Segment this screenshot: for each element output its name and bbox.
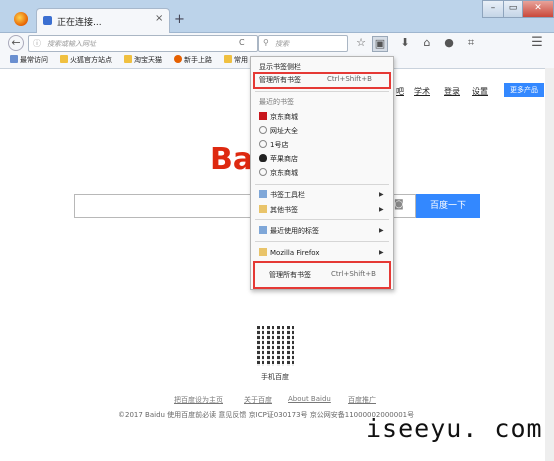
search-icon: ⚲ [263,38,269,47]
jd-icon [259,112,267,120]
toolbar-folder-icon [259,190,267,198]
menu-separator [255,219,389,220]
menu-bookmarks-toolbar[interactable]: 书签工具栏 [259,190,305,200]
submenu-arrow-icon: ▶ [379,249,384,256]
menu-recent-item[interactable]: 苹果商店 [259,154,298,164]
menu-recent-item[interactable]: 1号店 [259,140,288,150]
home-icon[interactable]: ⌂ [420,36,434,50]
submenu-arrow-icon: ▶ [379,227,384,234]
url-bar[interactable]: ⓘ 搜索或输入网址 C [28,35,258,52]
new-tab-button[interactable]: + [174,12,185,27]
bookmark-folder-icon [10,55,18,63]
menu-manage-all-bottom[interactable]: 管理所有书签 [269,270,311,280]
footer-link[interactable]: 把百度设为主页 [174,395,223,405]
firefox-logo-icon [14,12,28,26]
tab-favicon-icon [43,16,52,25]
shortcut-bottom: Ctrl+Shift+B [331,270,376,278]
bookmark-item[interactable]: 淘宝天猫 [124,55,162,65]
apple-icon [259,154,267,162]
more-products-button[interactable]: 更多产品 [504,83,544,97]
reload-icon[interactable]: C [239,38,245,47]
bookmark-star-icon[interactable]: ☆ [354,36,368,50]
back-button[interactable]: ← [8,35,24,51]
menu-recent-tags[interactable]: 最近使用的标签 [259,226,319,236]
baidu-link-login[interactable]: 登录 [444,86,460,97]
bookmark-item[interactable]: 火狐官方站点 [60,55,112,65]
firefox-icon [174,55,182,63]
title-bar: 正在连接... × + – ▭ ✕ [0,0,554,33]
menu-mozilla-firefox[interactable]: Mozilla Firefox [259,248,320,257]
screenshot-icon[interactable]: ⌗ [464,36,478,50]
bookmark-item[interactable]: 常用 [224,55,248,65]
page-scrollbar[interactable] [545,68,554,461]
tab-title: 正在连接... [57,18,102,28]
minimize-button[interactable]: – [482,0,504,18]
bookmarks-menu: 显示书签侧栏 管理所有书签 Ctrl+Shift+B 最近的书签 京东商城 网址… [250,56,394,290]
bookmark-folder-icon [60,55,68,63]
bookmark-item[interactable]: 新手上路 [174,55,212,65]
bookmark-item[interactable]: 最常访问 [10,55,48,65]
submenu-arrow-icon: ▶ [379,206,384,213]
tab-close-icon[interactable]: × [155,13,163,24]
menu-recent-header: 最近的书签 [259,98,294,106]
baidu-link-xueshu[interactable]: 学术 [414,86,430,97]
download-icon[interactable]: ⬇ [398,36,412,50]
globe-icon [259,140,267,148]
folder-icon [259,205,267,213]
nav-bar: ← ⓘ 搜索或输入网址 C ⚲ 搜索 ☆ ▣ ⬇ ⌂ ● ⌗ ☰ [0,33,554,53]
menu-recent-item[interactable]: 京东商城 [259,112,298,122]
qr-label: 手机百度 [261,373,289,381]
folder-icon [259,248,267,256]
tab-active[interactable]: 正在连接... × [36,8,170,33]
submenu-arrow-icon: ▶ [379,191,384,198]
baidu-link-settings[interactable]: 设置 [472,86,488,97]
menu-separator [255,91,389,92]
camera-icon[interactable]: ◙ [394,199,404,210]
footer-link[interactable]: 关于百度 [244,395,272,405]
menu-recent-item[interactable]: 京东商城 [259,168,298,178]
url-placeholder: 搜索或输入网址 [47,40,96,48]
chat-icon[interactable]: ● [442,36,456,50]
baidu-search-button[interactable]: 百度一下 [416,194,480,218]
shortcut-top: Ctrl+Shift+B [327,75,372,83]
info-icon: ⓘ [33,39,41,48]
search-bar[interactable]: ⚲ 搜索 [258,35,348,52]
close-window-button[interactable]: ✕ [522,0,554,18]
menu-separator [255,241,389,242]
bookmark-folder-icon [124,55,132,63]
baidu-link[interactable]: 吧 [396,86,404,97]
tag-folder-icon [259,226,267,234]
qr-code-pattern [257,326,297,366]
footer-link[interactable]: About Baidu [288,395,331,403]
search-placeholder: 搜索 [275,40,289,48]
bookmark-folder-icon [224,55,232,63]
menu-manage-all-top[interactable]: 管理所有书签 [259,75,301,85]
menu-other-bookmarks[interactable]: 其他书签 [259,205,298,215]
menu-show-bookmarks-sidebar[interactable]: 显示书签侧栏 [259,62,301,72]
menu-icon[interactable]: ☰ [530,36,544,50]
menu-recent-item[interactable]: 网址大全 [259,126,298,136]
maximize-button[interactable]: ▭ [503,0,523,18]
watermark: iseeyu. com [366,414,543,443]
globe-icon [259,126,267,134]
bookmarks-menu-icon[interactable]: ▣ [372,36,388,52]
menu-separator [255,184,389,185]
globe-icon [259,168,267,176]
footer-link[interactable]: 百度推广 [348,395,376,405]
